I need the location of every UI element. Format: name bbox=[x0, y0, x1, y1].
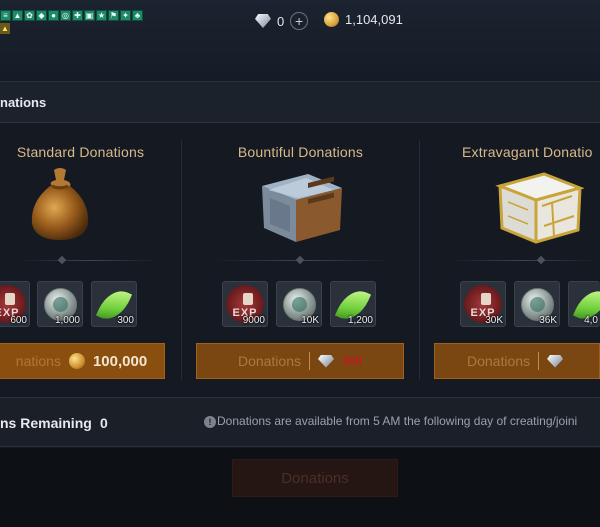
money-bag-icon bbox=[31, 168, 89, 240]
button-separator bbox=[309, 352, 310, 370]
luxury-chest-icon bbox=[495, 172, 584, 244]
diamond-icon bbox=[255, 14, 271, 28]
diamond-currency: 0 + bbox=[255, 8, 312, 34]
ornament-dot bbox=[536, 255, 546, 265]
reward-quantity: 1,200 bbox=[347, 315, 373, 326]
card-title: Extravagant Donatio bbox=[462, 144, 593, 160]
gold-currency: 1,104,091 bbox=[324, 12, 403, 27]
buff-icon[interactable]: ▣ bbox=[84, 10, 95, 21]
reward-slot-silver[interactable]: 1,000 bbox=[37, 281, 83, 327]
button-separator bbox=[538, 352, 540, 370]
warning-buff-icon[interactable]: ▲ bbox=[0, 23, 10, 34]
ornament-line bbox=[20, 260, 160, 261]
bountiful-donate-button[interactable]: Donations 300 bbox=[196, 343, 404, 379]
buff-status-row: ≡ ▲ ✿ ◆ ● ◎ ✚ ▣ ★ ⚑ ✦ ♣ bbox=[0, 10, 143, 21]
buff-icon[interactable]: ✦ bbox=[120, 10, 131, 21]
buff-icon[interactable]: ● bbox=[48, 10, 59, 21]
donations-remaining-bar: ns Remaining 0 ! Donations are available… bbox=[0, 397, 600, 447]
buff-icon[interactable]: ▲ bbox=[12, 10, 23, 21]
add-diamond-button[interactable]: + bbox=[286, 8, 312, 34]
info-icon: ! bbox=[204, 416, 216, 428]
reward-quantity: 4,0 bbox=[584, 315, 598, 326]
reward-slot-leaf[interactable]: 4,0 bbox=[568, 281, 600, 327]
diamond-icon bbox=[318, 354, 334, 368]
donation-cost: 100,000 bbox=[92, 352, 148, 370]
donations-remaining-label: ns Remaining bbox=[0, 415, 92, 431]
reward-quantity: 10K bbox=[301, 315, 319, 326]
reward-quantity: 36K bbox=[539, 315, 557, 326]
card-title: Bountiful Donations bbox=[237, 144, 364, 160]
ornament-dot bbox=[57, 255, 67, 265]
card-title: Standard Donations bbox=[16, 144, 145, 160]
reward-slot-leaf[interactable]: 1,200 bbox=[330, 281, 376, 327]
reward-quantity: 300 bbox=[117, 315, 134, 326]
buff-icon[interactable]: ★ bbox=[96, 10, 107, 21]
reward-quantity: 9000 bbox=[242, 315, 265, 326]
donation-notice: Donations are available from 5 AM the fo… bbox=[217, 414, 578, 428]
gold-coin-icon bbox=[324, 12, 339, 27]
reward-slot-exp[interactable]: EXP 30K bbox=[460, 281, 506, 327]
gold-count: 1,104,091 bbox=[345, 12, 403, 27]
ornament-line bbox=[450, 260, 600, 261]
buff-icon[interactable]: ✿ bbox=[24, 10, 35, 21]
donations-remaining-value: 0 bbox=[100, 415, 108, 431]
ornament-dot bbox=[295, 255, 305, 265]
reward-quantity: 600 bbox=[10, 315, 27, 326]
buff-icon[interactable]: ✚ bbox=[72, 10, 83, 21]
panel-header: nations bbox=[0, 81, 600, 123]
diamond-icon bbox=[547, 354, 564, 368]
reward-slot-exp[interactable]: EXP 9000 bbox=[222, 281, 268, 327]
donations-button[interactable]: Donations bbox=[232, 459, 398, 497]
buff-icon[interactable]: ◎ bbox=[60, 10, 71, 21]
buff-icon[interactable]: ⚑ bbox=[108, 10, 119, 21]
reward-quantity: 30K bbox=[485, 315, 503, 326]
buff-icon[interactable]: ◆ bbox=[36, 10, 47, 21]
buff-icon[interactable]: ♣ bbox=[132, 10, 143, 21]
buff-icon[interactable]: ≡ bbox=[0, 10, 11, 21]
treasure-chest-icon bbox=[262, 174, 342, 242]
donate-button-label: Donations bbox=[237, 353, 301, 369]
reward-slot-exp[interactable]: EXP 600 bbox=[0, 281, 30, 327]
gold-coin-icon bbox=[68, 353, 85, 369]
donate-button-label: nations bbox=[15, 353, 61, 369]
extravagant-donate-button[interactable]: Donations bbox=[434, 343, 600, 379]
donations-button-label: Donations bbox=[281, 469, 349, 487]
donation-cost: 300 bbox=[342, 354, 363, 368]
panel-title: nations bbox=[0, 95, 47, 110]
reward-slot-silver[interactable]: 10K bbox=[276, 281, 322, 327]
reward-slot-silver[interactable]: 36K bbox=[514, 281, 560, 327]
standard-donate-button[interactable]: nations 100,000 bbox=[0, 343, 165, 379]
reward-quantity: 1,000 bbox=[54, 315, 80, 326]
reward-slot-leaf[interactable]: 300 bbox=[91, 281, 137, 327]
diamond-count: 0 bbox=[277, 13, 285, 29]
donate-button-label: Donations bbox=[467, 353, 531, 369]
